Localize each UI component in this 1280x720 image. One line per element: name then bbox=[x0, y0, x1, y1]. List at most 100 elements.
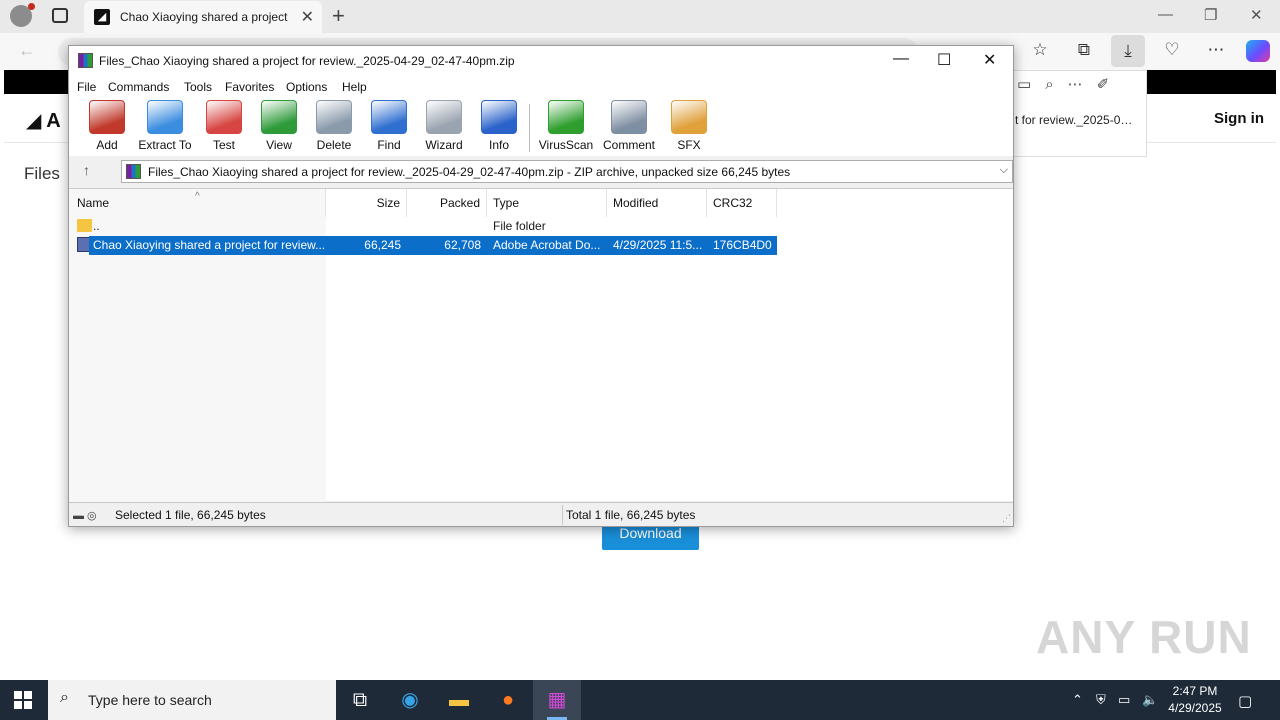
close-tab-icon[interactable]: ✕ bbox=[301, 7, 314, 27]
file-explorer-icon[interactable]: ▬ bbox=[435, 680, 483, 720]
maximize-icon[interactable]: ☐ bbox=[937, 50, 951, 70]
site-logo-text: A bbox=[46, 110, 61, 132]
add-button[interactable]: Add bbox=[78, 100, 136, 154]
view-button[interactable]: View bbox=[250, 100, 308, 154]
info-icon bbox=[481, 100, 517, 134]
back-arrow-icon[interactable]: ← bbox=[18, 40, 36, 61]
wizard-button[interactable]: Wizard bbox=[415, 100, 473, 154]
comment-icon bbox=[611, 100, 647, 134]
add-label: Add bbox=[96, 138, 118, 152]
col-crc32[interactable]: CRC32 bbox=[707, 189, 777, 217]
menu-file[interactable]: File bbox=[77, 80, 96, 94]
minimize-icon[interactable]: — bbox=[893, 50, 909, 68]
col-name[interactable]: Name ^ bbox=[69, 189, 326, 217]
wizard-label: Wizard bbox=[425, 138, 463, 152]
security-icon[interactable]: ⛨ bbox=[1096, 692, 1106, 708]
trash-can-icon bbox=[316, 100, 352, 134]
browser-tab-active[interactable]: ◢ Chao Xiaoying shared a project f… ✕ bbox=[84, 1, 322, 33]
winrar-window-title: Files_Chao Xiaoying shared a project for… bbox=[99, 54, 515, 68]
row-name: .. bbox=[93, 219, 100, 233]
download-icon[interactable]: ⤓ bbox=[1111, 35, 1145, 67]
taskbar-search-box[interactable]: ⌕ Type here to search bbox=[48, 680, 336, 720]
winrar-menu-bar: File Commands Tools Favorites Options He… bbox=[69, 76, 1013, 98]
col-packed[interactable]: Packed bbox=[407, 189, 487, 217]
winrar-app-icon bbox=[78, 53, 93, 68]
browser-tab-bar: ◢ Chao Xiaoying shared a project f… ✕ + … bbox=[0, 0, 1280, 33]
extract-to-button[interactable]: Extract To bbox=[136, 100, 194, 154]
winrar-title-bar[interactable]: Files_Chao Xiaoying shared a project for… bbox=[69, 46, 1013, 76]
drive-key-icon[interactable]: ▬ ◎ bbox=[73, 509, 97, 522]
collections-icon[interactable]: ⧉ bbox=[1072, 40, 1096, 64]
notifications-icon[interactable]: ▢ bbox=[1238, 692, 1252, 710]
browser-minimize-icon[interactable]: — bbox=[1158, 6, 1173, 23]
winrar-toolbar: Add Extract To Test View Delete Find Wiz… bbox=[69, 98, 1013, 156]
row-name: Chao Xiaoying shared a project for revie… bbox=[93, 238, 325, 252]
windows-start-icon[interactable] bbox=[14, 691, 32, 709]
folder-icon bbox=[77, 219, 92, 232]
copilot-icon[interactable] bbox=[1246, 40, 1270, 62]
menu-favorites[interactable]: Favorites bbox=[225, 80, 274, 94]
row-modified: 4/29/2025 11:5... bbox=[613, 238, 703, 252]
chevron-up-icon[interactable]: ⌃ bbox=[1072, 692, 1083, 708]
sfx-label: SFX bbox=[677, 138, 701, 152]
menu-help[interactable]: Help bbox=[342, 80, 367, 94]
info-button[interactable]: Info bbox=[470, 100, 528, 154]
path-bar: ↑ Files_Chao Xiaoying shared a project f… bbox=[69, 158, 1013, 185]
comment-label: Comment bbox=[602, 138, 655, 152]
open-folder-icon[interactable]: ▭ bbox=[1017, 76, 1045, 93]
test-clipboard-icon bbox=[206, 100, 242, 134]
col-modified[interactable]: Modified bbox=[607, 189, 707, 217]
sfx-button[interactable]: SFX bbox=[660, 100, 718, 154]
view-label: View bbox=[266, 138, 292, 152]
menu-options[interactable]: Options bbox=[286, 80, 327, 94]
pin-icon[interactable]: ✐ bbox=[1097, 76, 1124, 93]
site-logo[interactable]: ◢ A bbox=[26, 108, 61, 133]
menu-commands[interactable]: Commands bbox=[108, 80, 169, 94]
browser-tab-title: Chao Xiaoying shared a project f… bbox=[120, 10, 290, 24]
ellipsis-icon[interactable]: ⋯ bbox=[1204, 40, 1228, 64]
status-selected: Selected 1 file, 66,245 bytes bbox=[115, 508, 266, 522]
menu-tools[interactable]: Tools bbox=[184, 80, 212, 94]
search-icon[interactable]: ⌕ bbox=[1045, 76, 1067, 93]
find-button[interactable]: Find bbox=[360, 100, 418, 154]
browser-close-icon[interactable]: ✕ bbox=[1250, 6, 1263, 24]
test-button[interactable]: Test bbox=[195, 100, 253, 154]
table-row-selected-file[interactable]: Chao Xiaoying shared a project for revie… bbox=[69, 236, 777, 255]
search-icon: ⌕ bbox=[60, 689, 69, 706]
volume-icon[interactable]: 🔈 bbox=[1142, 692, 1158, 708]
network-icon[interactable]: ▭ bbox=[1118, 692, 1130, 708]
zip-archive-icon bbox=[126, 164, 141, 179]
firefox-icon[interactable]: ● bbox=[484, 680, 532, 720]
col-type[interactable]: Type bbox=[487, 189, 607, 217]
star-plus-icon[interactable]: ☆ bbox=[1028, 40, 1052, 64]
heart-pulse-icon[interactable]: ♡ bbox=[1160, 40, 1184, 64]
view-book-icon bbox=[261, 100, 297, 134]
task-view-icon[interactable]: ⧉ bbox=[336, 680, 384, 720]
up-arrow-icon[interactable]: ↑ bbox=[83, 162, 90, 178]
delete-label: Delete bbox=[316, 138, 352, 152]
profile-avatar-icon[interactable] bbox=[10, 3, 35, 27]
table-row-parent-folder[interactable]: .. File folder bbox=[69, 217, 777, 236]
sign-in-link[interactable]: Sign in bbox=[1214, 110, 1264, 127]
anyrun-watermark: ANY RUN bbox=[1036, 611, 1252, 663]
tab-actions-icon[interactable] bbox=[52, 8, 68, 23]
archive-path-combo[interactable]: Files_Chao Xiaoying shared a project for… bbox=[121, 160, 1013, 183]
virusscan-button[interactable]: VirusScan bbox=[537, 100, 595, 154]
row-type: File folder bbox=[493, 219, 546, 233]
col-size[interactable]: Size bbox=[326, 189, 407, 217]
edge-browser-icon[interactable]: ◉ bbox=[386, 680, 434, 720]
system-clock[interactable]: 2:47 PM 4/29/2025 bbox=[1160, 683, 1230, 717]
chevron-down-icon[interactable]: ⌵ bbox=[1000, 164, 1008, 177]
winrar-taskbar-icon[interactable]: ▦ bbox=[533, 680, 581, 720]
delete-button[interactable]: Delete bbox=[305, 100, 363, 154]
downloads-flyout-icons: ▭⌕⋯✐ bbox=[1017, 75, 1123, 93]
new-tab-icon[interactable]: + bbox=[332, 3, 345, 29]
resize-grip-icon[interactable]: ⋰ bbox=[1002, 513, 1011, 524]
toolbar-separator bbox=[529, 104, 530, 152]
comment-button[interactable]: Comment bbox=[600, 100, 658, 154]
browser-restore-icon[interactable]: ❐ bbox=[1204, 6, 1217, 24]
info-label: Info bbox=[488, 138, 509, 152]
close-icon[interactable]: ✕ bbox=[983, 50, 996, 70]
download-item-name[interactable]: t for review._2025-0… bbox=[1015, 113, 1132, 127]
more-icon[interactable]: ⋯ bbox=[1068, 76, 1097, 93]
